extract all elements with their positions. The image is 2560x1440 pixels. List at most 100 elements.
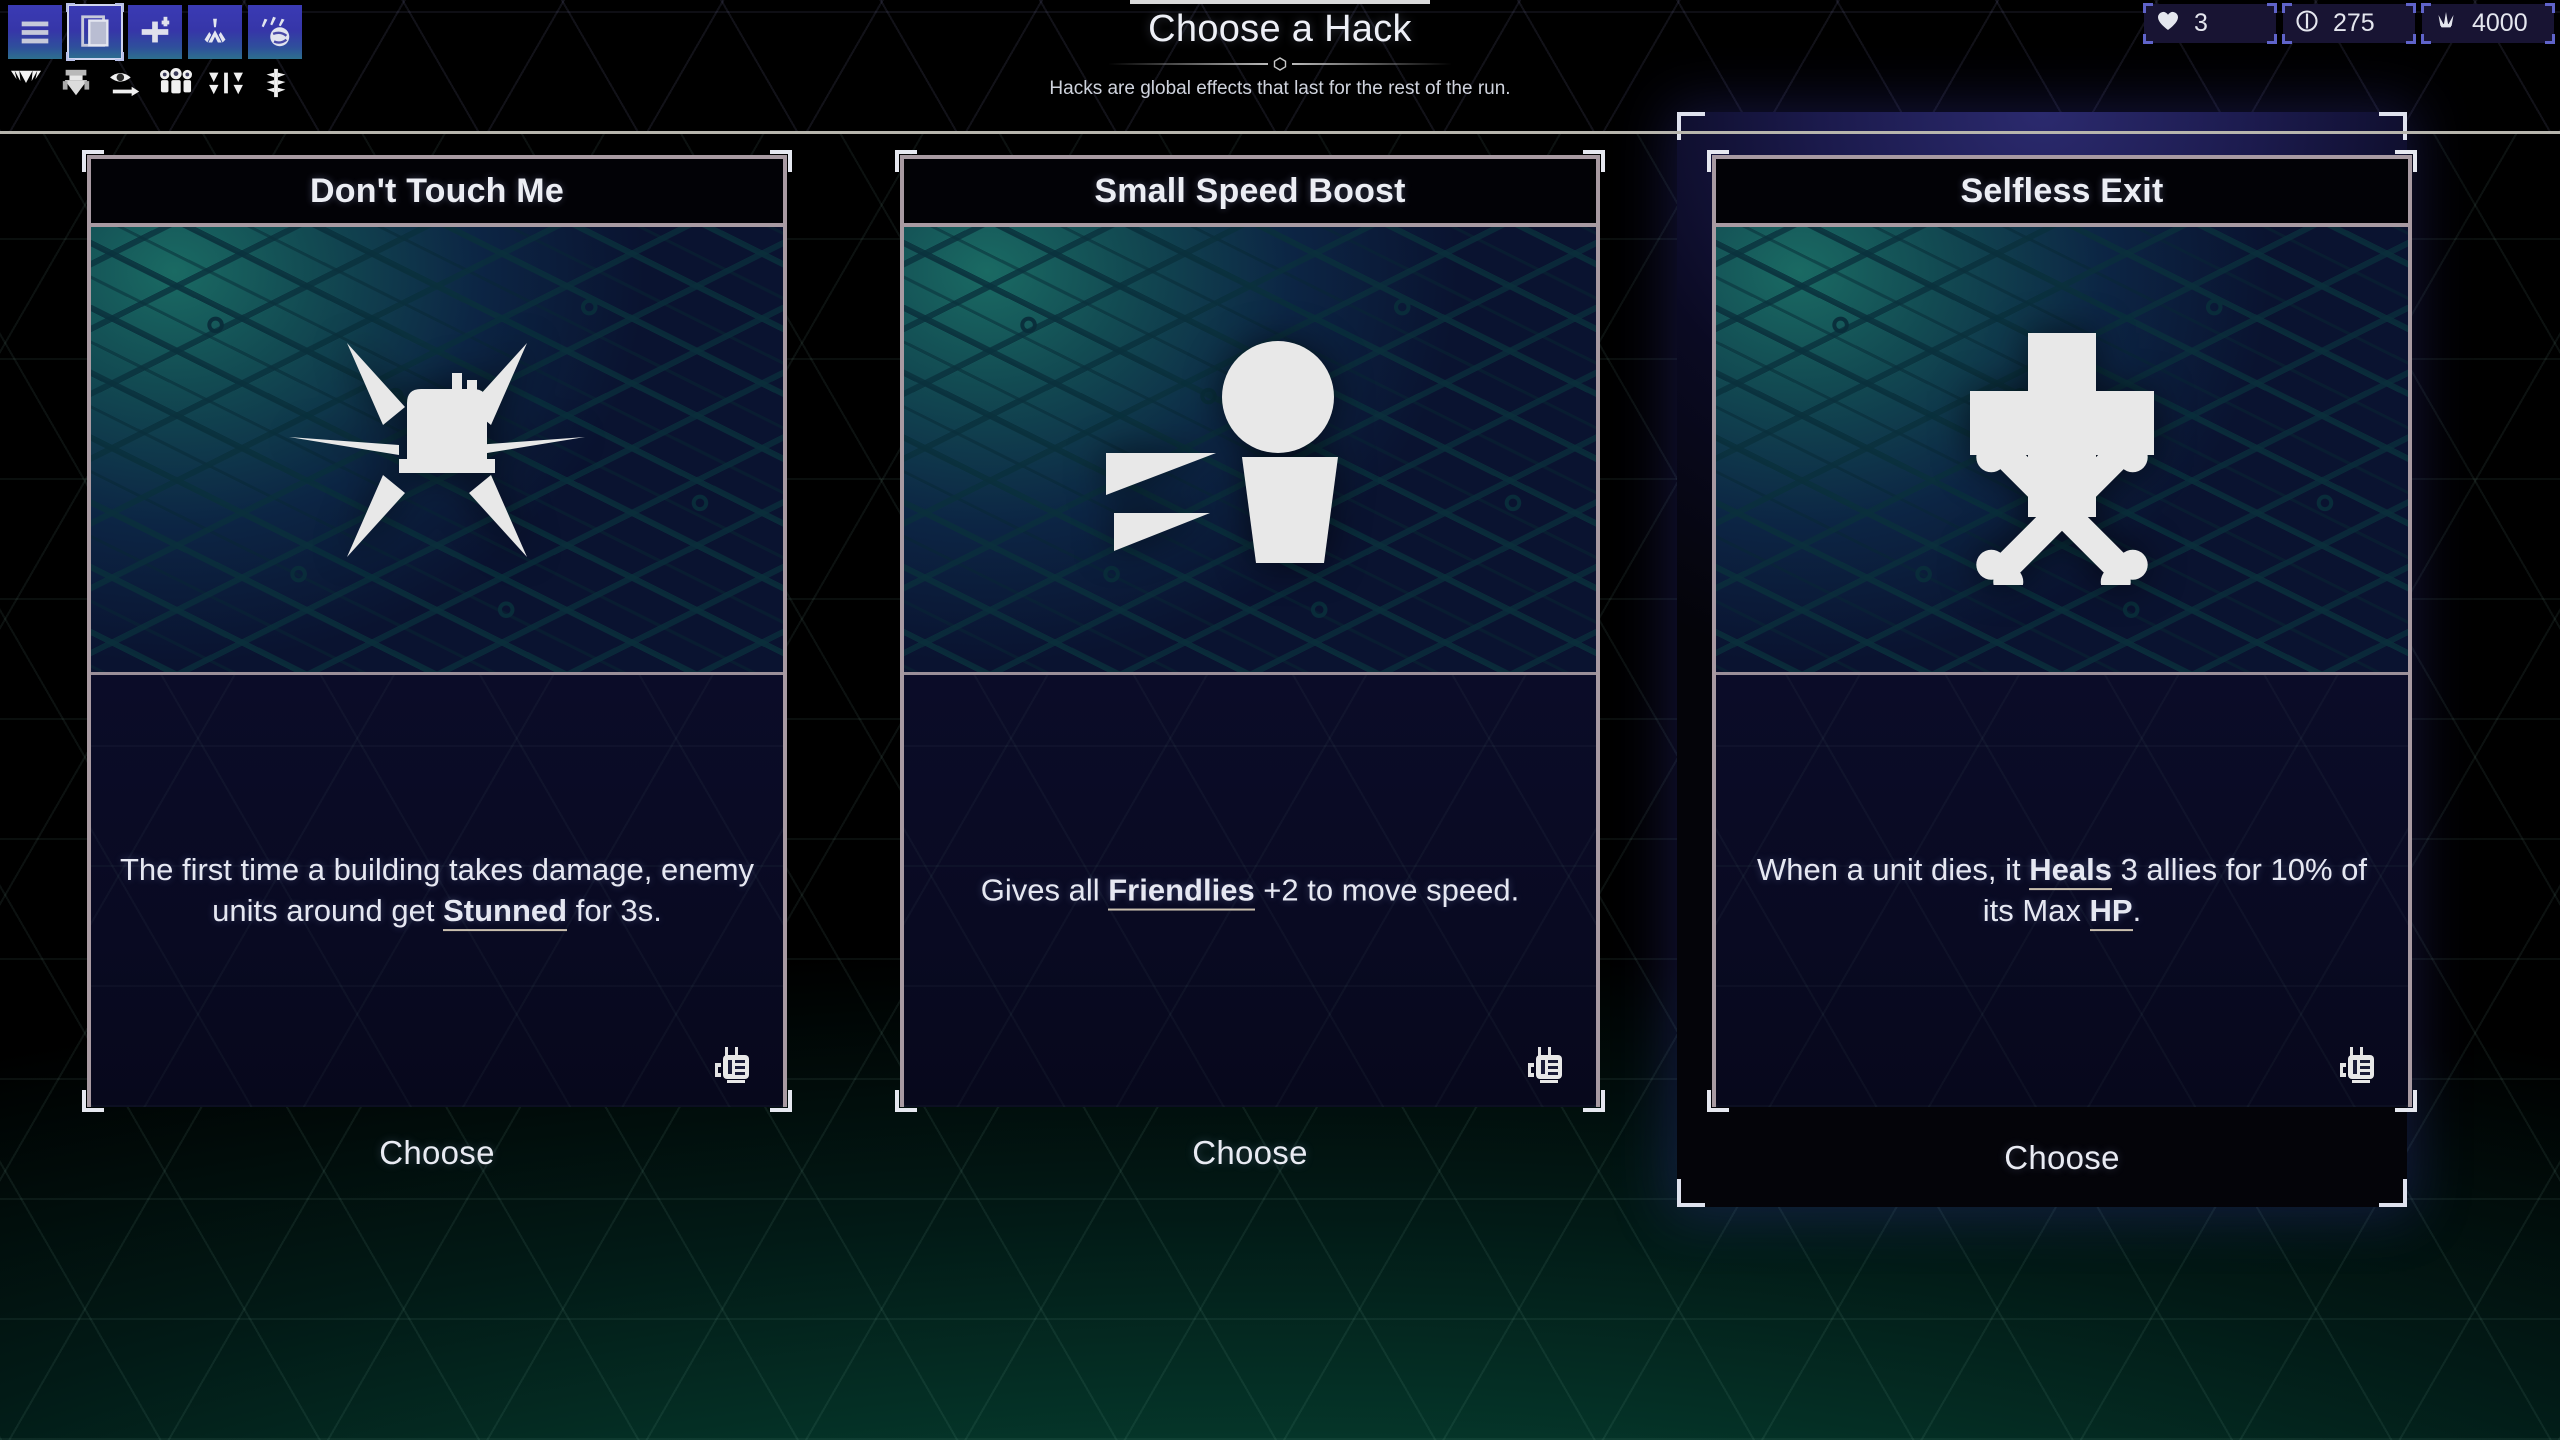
tower-button[interactable] <box>256 66 296 100</box>
corner-bracket-tl <box>66 3 75 12</box>
card-body: When a unit dies, it Heals 3 allies for … <box>1716 675 2408 1107</box>
corner-bracket-bl <box>66 52 75 61</box>
corner-bracket-bl <box>1677 1179 1705 1207</box>
corner-bracket-bl <box>2421 34 2431 44</box>
eye-arrow-icon <box>107 67 145 99</box>
corner-bracket-br <box>115 52 124 61</box>
unit-button[interactable] <box>56 66 96 100</box>
hack-card-slot-2: Small Speed Boost Gives all Friendlies +… <box>895 133 1605 1253</box>
hamburger-menu-icon <box>16 13 54 51</box>
page-subtitle: Hacks are global effects that last for t… <box>1049 78 1511 99</box>
cards-button[interactable] <box>66 3 124 61</box>
card-description: The first time a building takes damage, … <box>115 850 759 932</box>
hack-transmitter-icon <box>2334 1041 2386 1091</box>
corner-bracket-br <box>1583 1090 1605 1112</box>
corner-bracket-tl <box>82 150 104 172</box>
meteor-planet-icon <box>256 13 294 51</box>
card-description: Gives all Friendlies +2 to move speed. <box>928 871 1572 912</box>
corner-bracket-tr <box>2379 112 2407 140</box>
secondary-toolbar <box>6 66 296 100</box>
header-center: Choose a Hack Hacks are global effects t… <box>830 0 1730 100</box>
running-figure-speed-icon <box>1100 315 1400 585</box>
formation-button[interactable] <box>206 66 246 100</box>
corner-bracket-bl <box>2282 34 2292 44</box>
building-stun-burst-icon <box>287 315 587 585</box>
art-separator <box>91 672 783 675</box>
building-plus-icon <box>136 13 174 51</box>
card-title: Selfless Exit <box>1716 155 2408 227</box>
keyword: HP <box>2089 893 2133 931</box>
hack-transmitter-icon <box>1522 1041 1574 1091</box>
desc-text: for 3s. <box>567 893 662 928</box>
menu-button[interactable] <box>8 5 62 59</box>
corner-bracket-tl <box>2282 3 2292 13</box>
card-body: Gives all Friendlies +2 to move speed. <box>904 675 1596 1107</box>
stacked-cards-icon <box>76 13 114 51</box>
card-frame: Small Speed Boost Gives all Friendlies +… <box>900 155 1600 1107</box>
resource-bar: 3 275 4000 <box>2143 3 2555 44</box>
corner-bracket-tl <box>2421 3 2431 13</box>
card-title: Small Speed Boost <box>904 155 1596 227</box>
game-screen: Choose a Hack Hacks are global effects t… <box>0 0 2560 1440</box>
corner-bracket-tr <box>2267 3 2277 13</box>
hack-card[interactable]: Don't Touch Me The first time a building… <box>82 150 792 1112</box>
corner-bracket-tl <box>895 150 917 172</box>
energy-counter: 275 <box>2282 3 2416 44</box>
spiked-tower-icon <box>257 67 295 99</box>
corner-bracket-tr <box>115 3 124 12</box>
card-frame: Selfless Exit When a unit dies, it Heals… <box>1712 155 2412 1107</box>
hexagon-icon <box>1273 57 1287 71</box>
cross-and-bones-icon <box>1912 315 2212 585</box>
card-artwork <box>1716 227 2408 672</box>
primary-toolbar <box>8 3 302 61</box>
squad-button[interactable] <box>156 66 196 100</box>
corner-bracket-bl <box>82 1090 104 1112</box>
card-description: When a unit dies, it Heals 3 allies for … <box>1740 850 2384 932</box>
desc-text: When a unit dies, it <box>1756 852 2030 888</box>
heart-icon <box>2156 9 2180 38</box>
art-separator <box>1716 672 2408 675</box>
wing-formation-icon <box>207 67 245 99</box>
page-title: Choose a Hack <box>1148 8 1412 50</box>
choose-button[interactable]: Choose <box>1712 1128 2412 1188</box>
choose-button[interactable]: Choose <box>900 1123 1600 1183</box>
corner-bracket-br <box>770 1090 792 1112</box>
hack-card[interactable]: Small Speed Boost Gives all Friendlies +… <box>895 150 1605 1112</box>
keyword: Heals <box>2029 852 2112 891</box>
header-top-tab <box>1130 0 1430 4</box>
card-title: Don't Touch Me <box>91 155 783 227</box>
art-separator <box>904 672 1596 675</box>
divider-line-right <box>1292 63 1452 65</box>
lives-counter-value: 3 <box>2194 9 2208 37</box>
choose-button[interactable]: Choose <box>87 1123 787 1183</box>
card-artwork <box>91 227 783 672</box>
hack-card-list: Don't Touch Me The first time a building… <box>0 112 2560 1440</box>
desc-text: +2 to move speed. <box>1254 872 1520 908</box>
crown-spikes-icon <box>2434 9 2458 38</box>
corner-bracket-br <box>2406 34 2416 44</box>
corner-bracket-tr <box>2545 3 2555 13</box>
build-button[interactable] <box>128 5 182 59</box>
keyword: Friendlies <box>1108 872 1255 911</box>
keyword: Stunned <box>443 893 568 931</box>
vision-button[interactable] <box>106 66 146 100</box>
hack-card[interactable]: Selfless Exit When a unit dies, it Heals… <box>1707 150 2417 1112</box>
energy-counter-value: 275 <box>2333 9 2375 37</box>
header-divider <box>830 55 1730 71</box>
credits-counter-value: 4000 <box>2472 9 2528 37</box>
lives-counter: 3 <box>2143 3 2277 44</box>
corner-bracket-bl <box>1707 1090 1729 1112</box>
corner-bracket-br <box>2545 34 2555 44</box>
corner-bracket-tr <box>1583 150 1605 172</box>
desc-text: Gives all <box>980 872 1109 908</box>
hack-card-slot-3: Selfless Exit When a unit dies, it Heals… <box>1677 112 2417 1253</box>
divider-line-left <box>1108 63 1268 65</box>
card-artwork <box>904 227 1596 672</box>
corner-bracket-br <box>2395 1090 2417 1112</box>
world-button[interactable] <box>248 5 302 59</box>
enemy-button[interactable] <box>6 66 46 100</box>
circle-bar-icon <box>2295 9 2319 38</box>
credits-counter: 4000 <box>2421 3 2555 44</box>
spawn-button[interactable] <box>188 5 242 59</box>
spawn-burst-icon <box>196 13 234 51</box>
